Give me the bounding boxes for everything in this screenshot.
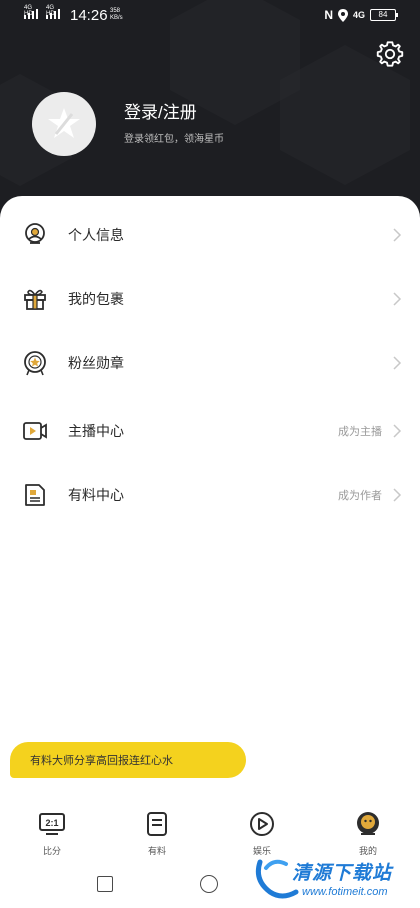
become-streamer-hint: 成为主播 <box>338 426 382 438</box>
star-logo-icon <box>48 108 80 138</box>
svg-text:2:1: 2:1 <box>45 818 58 828</box>
menu-item-label: 我的包裹 <box>68 291 124 307</box>
profile-avatar-icon <box>357 812 379 835</box>
chevron-right-icon <box>393 488 402 502</box>
network-speed-unit: KB/s <box>110 15 123 21</box>
play-circle-icon <box>250 812 274 836</box>
menu-item-content-center[interactable]: 有料中心 成为作者 <box>0 470 420 520</box>
tab-content[interactable]: 有料 <box>127 810 187 857</box>
signal-label: 4G HD <box>24 5 33 17</box>
document-icon <box>25 484 45 506</box>
tab-score[interactable]: 2:1 比分 <box>22 810 82 857</box>
notebook-icon <box>147 812 167 836</box>
menu-item-my-package[interactable]: 我的包裹 <box>0 274 420 324</box>
network-type-icon: 4G <box>352 10 365 20</box>
video-camera-icon <box>23 422 47 440</box>
watermark-url: www.fotimeit.com <box>302 886 388 898</box>
network-speed: 358 KB/s <box>110 8 123 22</box>
gift-icon <box>24 289 46 310</box>
nfc-icon: N <box>324 8 333 22</box>
menu-item-fan-badge[interactable]: 粉丝勋章 <box>0 338 420 388</box>
tab-label: 比分 <box>42 846 61 856</box>
tab-mine[interactable]: 我的 <box>338 810 398 857</box>
menu-item-personal-info[interactable]: 个人信息 <box>0 210 420 260</box>
menu-item-label: 个人信息 <box>68 227 124 243</box>
clock: 14:26 <box>70 7 108 24</box>
fan-badge-icon <box>24 351 46 376</box>
network-speed-value: 358 <box>110 8 121 14</box>
recent-apps-button[interactable] <box>97 876 113 892</box>
signal-label: 4G HD <box>46 5 55 17</box>
chevron-right-icon <box>393 356 402 370</box>
avatar[interactable] <box>32 92 96 156</box>
home-button[interactable] <box>200 875 218 893</box>
location-icon <box>337 8 348 22</box>
gear-icon[interactable] <box>376 40 404 68</box>
login-register-link[interactable]: 登录/注册 <box>124 98 197 123</box>
battery-icon: 84 <box>370 9 398 21</box>
become-author-hint: 成为作者 <box>338 490 382 502</box>
chevron-right-icon <box>393 228 402 242</box>
battery-level: 84 <box>378 10 388 19</box>
promo-banner[interactable]: 有料大师分享高回报连红心水 <box>10 742 246 778</box>
menu-item-label: 主播中心 <box>68 423 124 439</box>
bottom-tab-bar: 2:1 比分 有料 娱乐 我的 <box>0 800 420 860</box>
status-icons: N 4G 84 <box>324 8 398 22</box>
chevron-right-icon <box>393 292 402 306</box>
watermark-text: 清源下载站 <box>292 863 393 884</box>
tab-label: 有料 <box>147 846 166 856</box>
signal-icon: 4G HD <box>46 5 60 19</box>
scoreboard-icon: 2:1 <box>39 813 65 835</box>
chevron-right-icon <box>393 424 402 438</box>
status-bar: 4G HD 4G HD 14:26 358 KB/s N 4G 84 <box>0 0 420 34</box>
tab-entertainment[interactable]: 娱乐 <box>232 810 292 857</box>
promo-text: 有料大师分享高回报连红心水 <box>30 755 173 767</box>
login-subtitle: 登录领红包，领海星币 <box>124 134 224 145</box>
menu-item-label: 有料中心 <box>68 487 124 503</box>
menu-item-label: 粉丝勋章 <box>68 355 124 371</box>
menu-item-streamer-center[interactable]: 主播中心 成为主播 <box>0 406 420 456</box>
user-avatar-icon <box>25 223 45 244</box>
signal-icon: 4G HD <box>24 5 38 19</box>
